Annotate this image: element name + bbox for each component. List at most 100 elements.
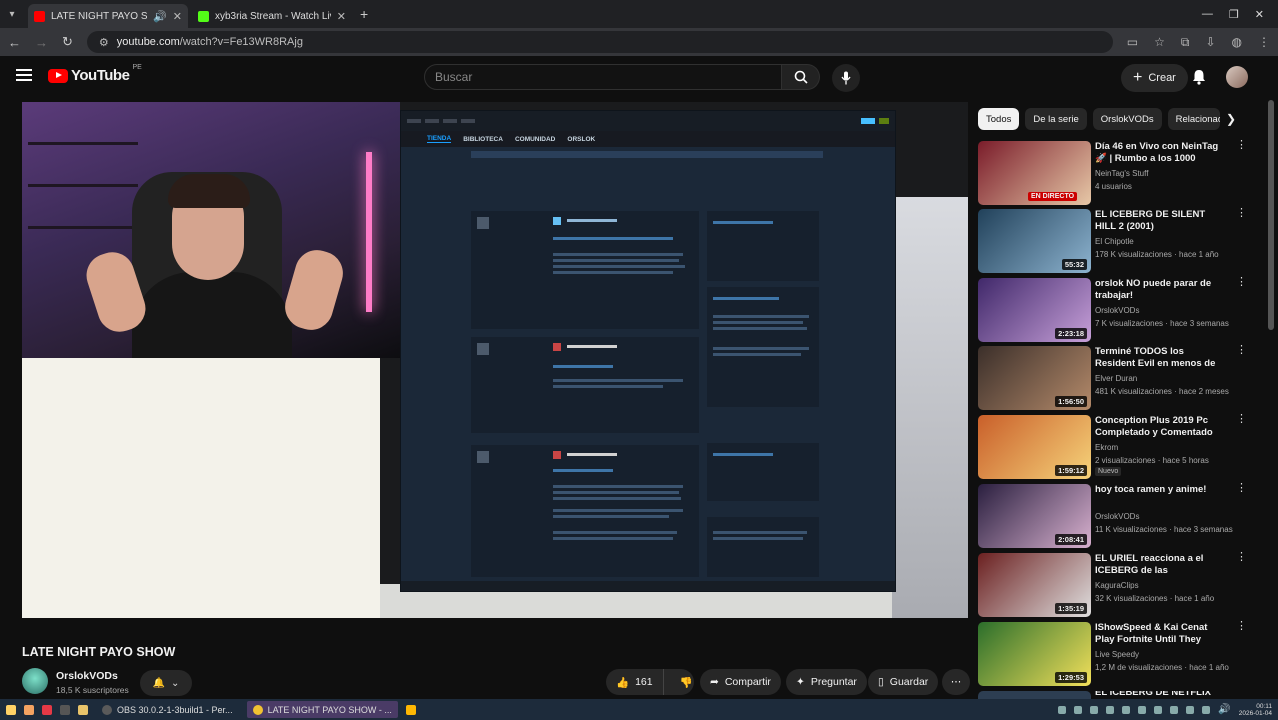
page-scrollbar[interactable] — [1268, 100, 1274, 330]
video-thumbnail[interactable]: 1:56:50 — [978, 346, 1091, 410]
recommendation-title[interactable]: EL URIEL reacciona a el ICEBERG de las P… — [1095, 553, 1221, 577]
search-box[interactable] — [424, 64, 782, 90]
tray-icon[interactable] — [1058, 705, 1067, 714]
video-thumbnail[interactable]: 55:32 — [978, 209, 1091, 273]
site-info-icon[interactable]: ⚙ — [99, 36, 109, 49]
recommendation-item[interactable]: EN DIRECTO Día 46 en Vivo con NeinTag 🚀 |… — [978, 140, 1247, 207]
recommendation-channel[interactable]: Live Speedy — [1095, 650, 1139, 659]
chip-orslokvods[interactable]: OrslokVODs — [1092, 108, 1162, 130]
cast-icon[interactable]: ▭ — [1127, 35, 1138, 50]
chevron-right-icon[interactable]: ❯ — [1222, 110, 1240, 128]
tray-icon[interactable] — [1202, 705, 1211, 714]
recommendation-item[interactable]: 2:23:18 orslok NO puede parar de trabajar… — [978, 277, 1247, 344]
taskbar-browser[interactable]: LATE NIGHT PAYO SHOW - ... — [246, 701, 398, 718]
recommendation-channel[interactable]: OrslokVODs — [1095, 306, 1139, 315]
recommendation-channel[interactable]: NeinTag's Stuff — [1095, 169, 1148, 178]
terminal-icon[interactable] — [60, 704, 70, 715]
browser-menu-icon[interactable]: ⋮ — [1258, 35, 1270, 50]
more-vertical-icon[interactable]: ⋮ — [1236, 414, 1247, 425]
search-button[interactable] — [782, 64, 820, 90]
youtube-logo[interactable]: YouTube PE — [48, 64, 142, 84]
channel-name[interactable]: OrslokVODs — [56, 670, 118, 682]
tab-close-icon[interactable]: ✕ — [337, 10, 346, 23]
tray-icon[interactable] — [1170, 705, 1179, 714]
recommendation-title[interactable]: EL ICEBERG DE SILENT HILL 2 (2001) — [1095, 209, 1221, 233]
recommendation-item[interactable]: 1:29:53 IShowSpeed & Kai Cenat Play Fortn… — [978, 621, 1247, 688]
chip-todos[interactable]: Todos — [978, 108, 1020, 130]
recommendation-channel[interactable]: Ekrom — [1095, 443, 1118, 452]
notifications-bell-icon[interactable] — [1190, 68, 1208, 86]
video-thumbnail[interactable]: 2:23:18 — [978, 278, 1091, 342]
video-thumbnail[interactable]: 2:08:41 — [978, 484, 1091, 548]
recommendation-item[interactable]: 1:35:19 EL URIEL reacciona a el ICEBERG d… — [978, 552, 1247, 619]
recommendation-title[interactable]: EL ICEBERG DE NETFLIX — [1095, 691, 1221, 699]
reload-icon[interactable]: ↻ — [62, 34, 73, 50]
forward-icon[interactable]: → — [35, 35, 48, 50]
bookmark-star-icon[interactable]: ☆ — [1154, 35, 1165, 50]
tab-late-night[interactable]: LATE NIGHT PAYO SHOW 🔊 ✕ — [28, 4, 188, 28]
recommendation-item[interactable]: 1:56:50 Terminé TODOS los Resident Evil e… — [978, 345, 1247, 412]
app-icon[interactable] — [42, 704, 52, 715]
back-icon[interactable]: ← — [8, 35, 21, 50]
downloads-icon[interactable]: ⇩ — [1205, 35, 1215, 50]
folder-icon[interactable] — [78, 704, 88, 715]
recommendation-item[interactable]: 2:08:41 hoy toca ramen y anime! OrslokVODs… — [978, 483, 1247, 550]
save-button[interactable]: ▯ Guardar — [868, 669, 939, 695]
video-thumbnail[interactable]: EN DIRECTO — [978, 141, 1091, 205]
tray-icon[interactable] — [1138, 705, 1147, 714]
tray-icon[interactable] — [1186, 705, 1195, 714]
recommendation-title[interactable]: Conception Plus 2019 Pc Completado y Com… — [1095, 415, 1221, 439]
recommendation-channel[interactable]: Elver Duran — [1095, 374, 1137, 383]
profile-icon[interactable]: ◍ — [1232, 35, 1242, 50]
tray-icon[interactable] — [1154, 705, 1163, 714]
recommendation-item[interactable]: 1:59:12 Conception Plus 2019 Pc Completad… — [978, 414, 1247, 481]
tray-icon[interactable] — [1122, 705, 1131, 714]
recommendation-title[interactable]: IShowSpeed & Kai Cenat Play Fortnite Unt… — [1095, 622, 1221, 646]
minimize-icon[interactable]: — — [1202, 8, 1213, 21]
more-actions-button[interactable]: ⋯ — [942, 669, 970, 695]
account-avatar[interactable] — [1226, 66, 1248, 88]
recommendation-title[interactable]: orslok NO puede parar de trabajar! — [1095, 278, 1221, 302]
recommendation-item[interactable]: 55:32 EL ICEBERG DE SILENT HILL 2 (2001) E… — [978, 208, 1247, 275]
voice-search-button[interactable] — [832, 64, 860, 92]
chip-de-la-serie[interactable]: De la serie — [1025, 108, 1087, 130]
video-player[interactable]: TIENDA BIBLIOTECA COMUNIDAD ORSLOK — [22, 102, 968, 618]
tab-kick-stream[interactable]: xyb3ria Stream - Watch Live ✕ — [192, 4, 352, 28]
system-clock[interactable]: 00:11 2026-01-04 — [1239, 703, 1272, 717]
like-button[interactable]: 👍 161 — [606, 669, 664, 695]
taskbar-obs[interactable]: OBS 30.0.2-1-3build1 - Per... — [96, 701, 239, 718]
more-vertical-icon[interactable]: ⋮ — [1236, 140, 1247, 151]
create-button[interactable]: + Crear — [1121, 64, 1188, 92]
video-thumbnail[interactable]: 1:59:12 — [978, 415, 1091, 479]
dislike-button[interactable]: 👎 — [670, 669, 703, 695]
close-window-icon[interactable]: ✕ — [1255, 8, 1264, 21]
more-vertical-icon[interactable]: ⋮ — [1236, 483, 1247, 494]
new-tab-icon[interactable]: + — [360, 6, 368, 22]
more-vertical-icon[interactable]: ⋮ — [1236, 552, 1247, 563]
recommendation-item[interactable]: EL ICEBERG DE NETFLIX — [978, 691, 1238, 699]
more-vertical-icon[interactable]: ⋮ — [1236, 277, 1247, 288]
extensions-icon[interactable]: ⧉ — [1181, 35, 1190, 50]
recommendation-channel[interactable]: El Chipotle — [1095, 237, 1134, 246]
menu-icon[interactable] — [16, 69, 32, 81]
tray-icon[interactable] — [1090, 705, 1099, 714]
chip-relacionado[interactable]: Relacionado — [1167, 108, 1220, 130]
tab-close-icon[interactable]: ✕ — [173, 10, 182, 23]
ask-button[interactable]: ✦ Preguntar — [786, 669, 867, 695]
speaker-icon[interactable]: 🔊 — [153, 10, 167, 23]
subscription-bell-button[interactable]: 🔔 ⌄ — [140, 670, 192, 696]
tab-search-icon[interactable]: ▾ — [0, 0, 24, 28]
tray-icon[interactable] — [1106, 705, 1115, 714]
maximize-icon[interactable]: ❐ — [1229, 8, 1239, 21]
more-vertical-icon[interactable]: ⋮ — [1236, 345, 1247, 356]
recommendation-title[interactable]: hoy toca ramen y anime! — [1095, 484, 1221, 496]
url-field[interactable]: ⚙ youtube.com/watch?v=Fe13WR8RAjg — [86, 31, 1113, 53]
share-button[interactable]: ➦ Compartir — [700, 669, 781, 695]
video-thumbnail[interactable] — [978, 691, 1091, 699]
video-thumbnail[interactable]: 1:29:53 — [978, 622, 1091, 686]
search-input[interactable] — [435, 70, 771, 84]
channel-avatar[interactable] — [22, 668, 48, 694]
recommendation-channel[interactable]: OrslokVODs — [1095, 512, 1139, 521]
volume-icon[interactable]: 🔊 — [1218, 704, 1230, 715]
app-icon[interactable] — [405, 704, 416, 715]
